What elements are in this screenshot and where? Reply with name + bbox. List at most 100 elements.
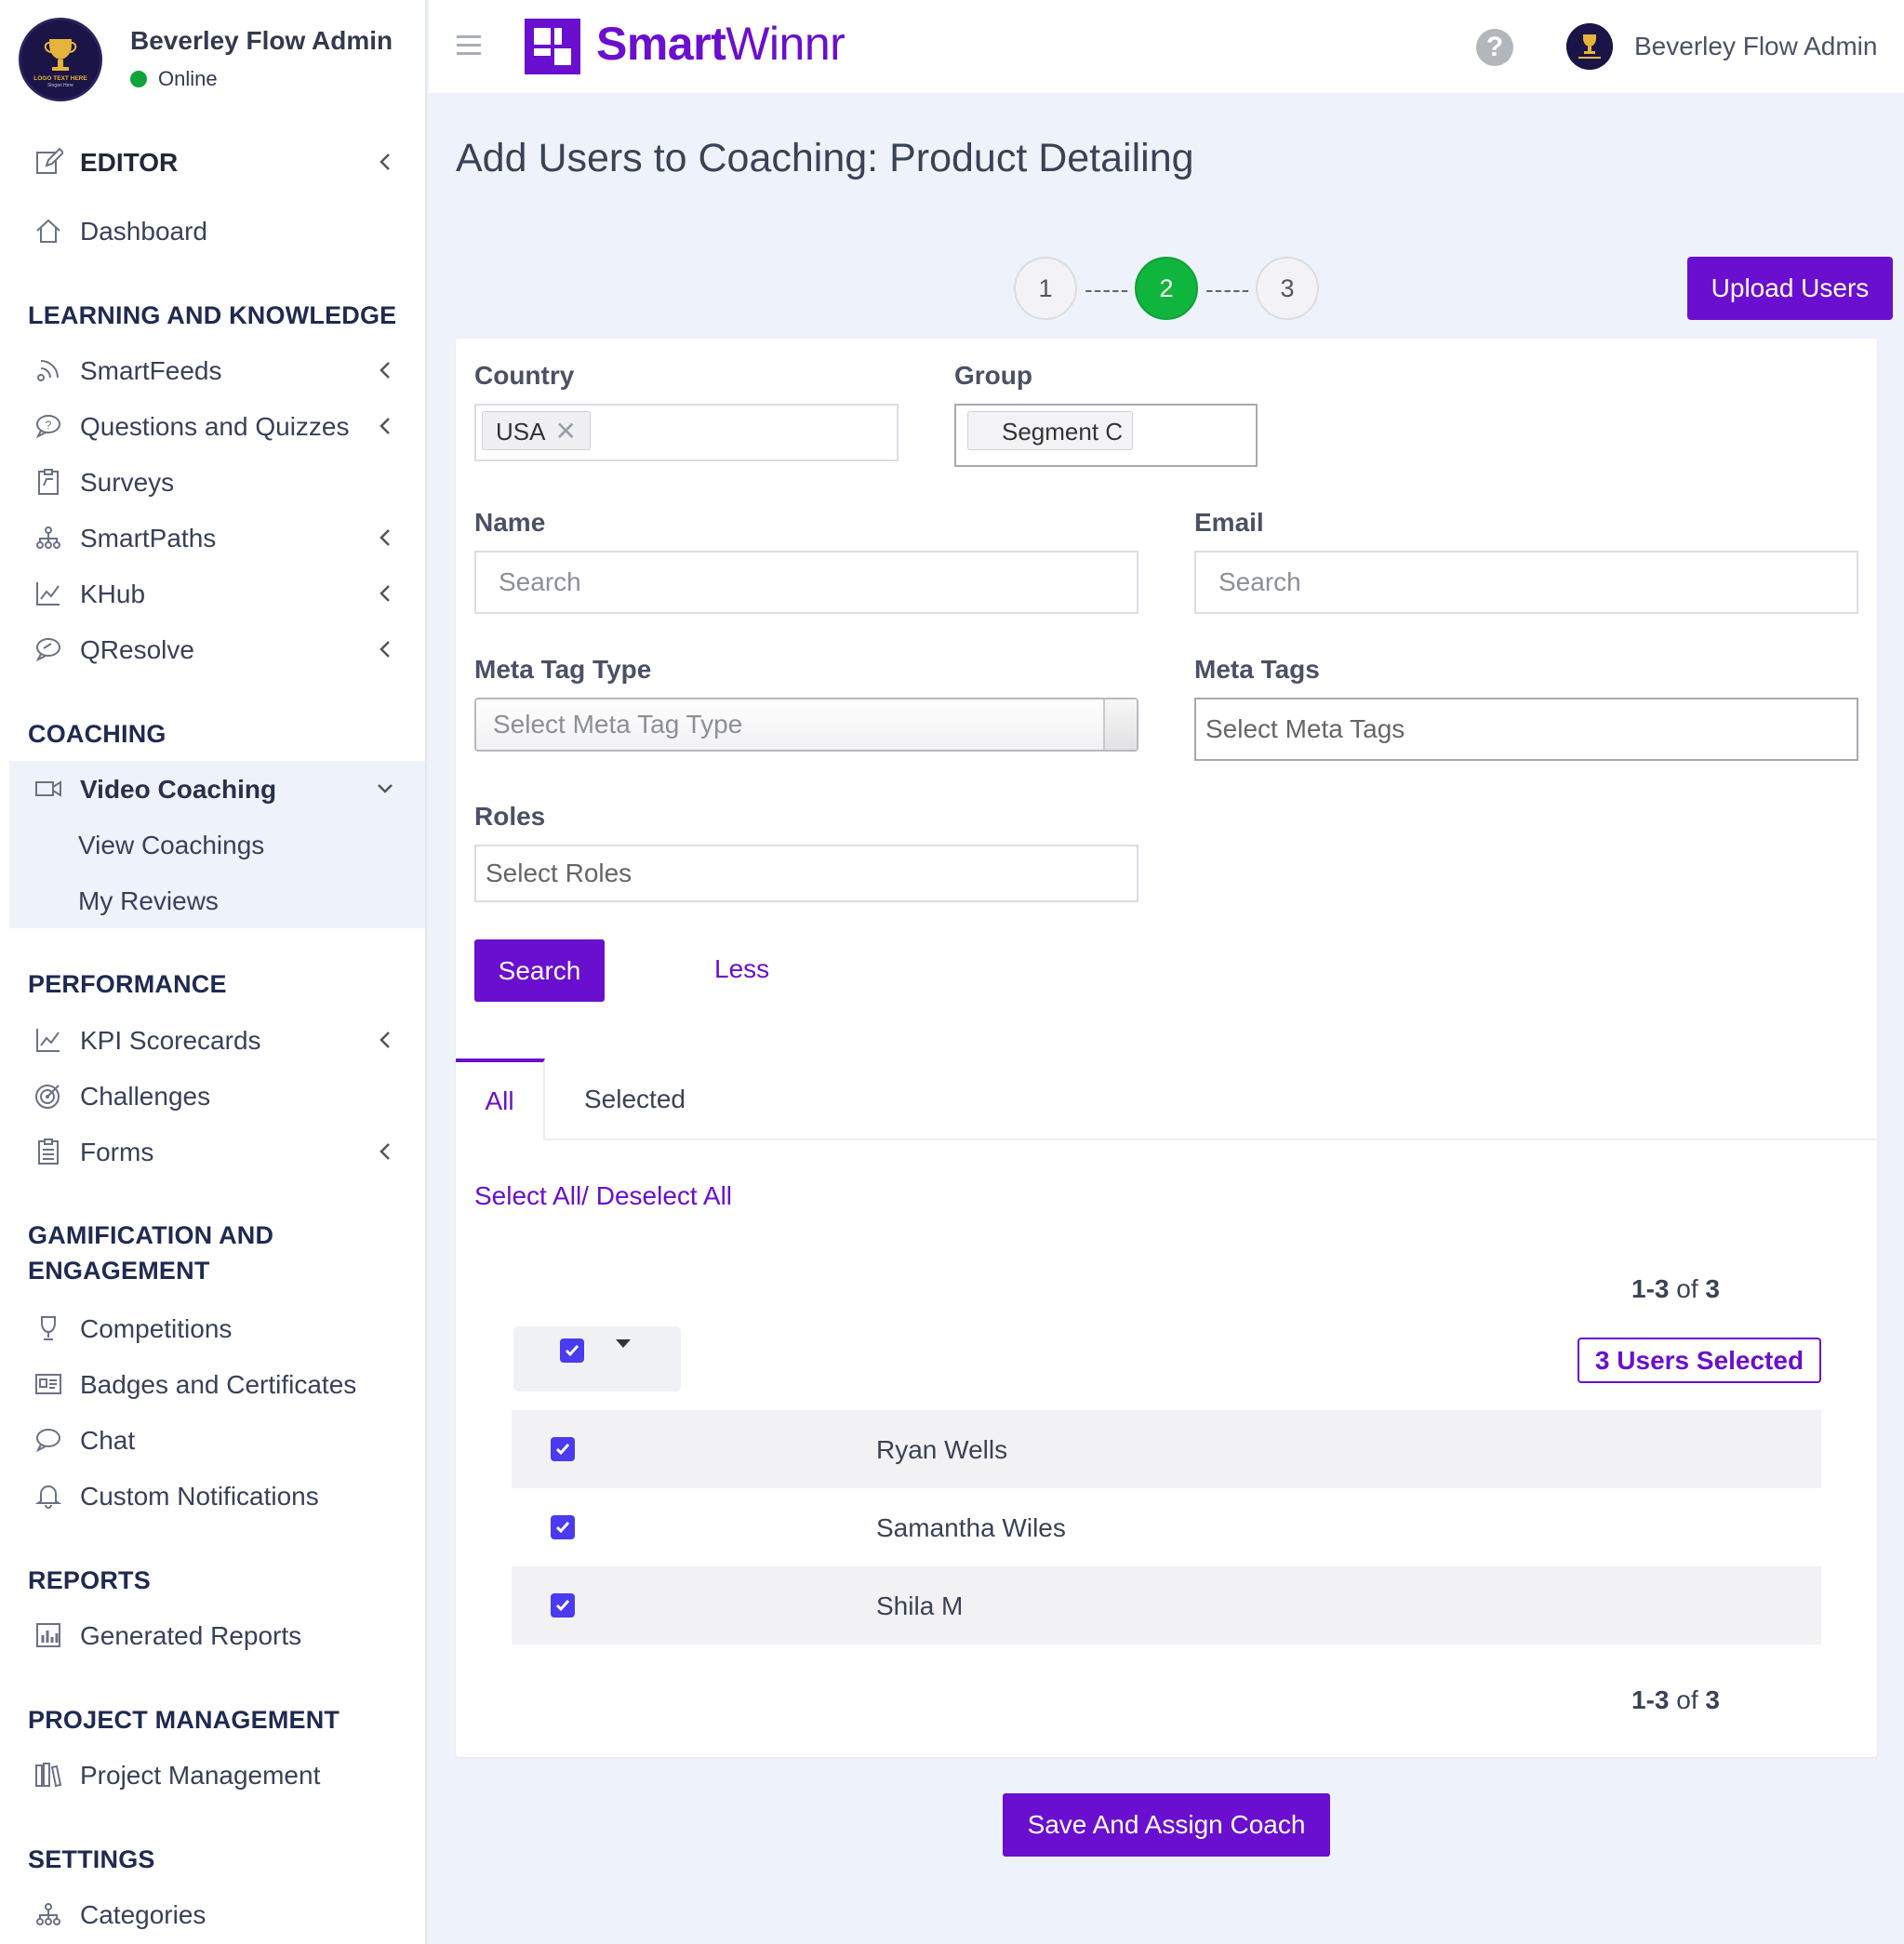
row-checkbox[interactable] — [551, 1593, 575, 1618]
sidebar-item-generated-reports[interactable]: Generated Reports — [9, 1607, 425, 1663]
sidebar-item-video-coaching[interactable]: Video Coaching — [9, 761, 425, 817]
profile-logo-text: LOGO TEXT HERE — [33, 75, 87, 82]
chevron-left-icon — [379, 1032, 390, 1048]
step-connector: ----- — [1205, 275, 1251, 303]
sidebar-item-challenges[interactable]: Challenges — [9, 1068, 425, 1124]
home-icon — [33, 216, 63, 246]
step-2[interactable]: 2 — [1135, 257, 1198, 320]
name-search-input[interactable]: Search — [474, 551, 1138, 614]
sidebar-item-label: Badges and Certificates — [80, 1370, 357, 1399]
tab-selected[interactable]: Selected — [584, 1059, 686, 1140]
bulk-select-checkbox[interactable] — [560, 1338, 584, 1363]
hierarchy-icon — [33, 1899, 63, 1929]
group-multiselect[interactable]: Segment C — [954, 404, 1258, 467]
sidebar: LOGO TEXT HERE Slogan Here Beverley Flow… — [0, 0, 427, 1944]
sidebar-item-custom-notifications[interactable]: Custom Notifications — [9, 1468, 425, 1524]
meta-tags-multiselect[interactable]: Select Meta Tags — [1194, 698, 1858, 761]
section-settings: SETTINGS — [28, 1845, 155, 1873]
bulk-select-dropdown[interactable] — [513, 1326, 681, 1391]
deselect-all-link[interactable]: Deselect All — [589, 1181, 732, 1210]
brand-name-bold: Smart — [596, 18, 726, 70]
profile-logo-slogan: Slogan Here — [47, 83, 73, 88]
select-all-link[interactable]: Select All/ — [474, 1181, 589, 1210]
sidebar-item-label: Chat — [80, 1426, 136, 1455]
country-label: Country — [474, 361, 575, 390]
less-filters-link[interactable]: Less — [714, 954, 769, 984]
row-checkbox[interactable] — [551, 1437, 575, 1461]
pager-total: 3 — [1705, 1685, 1720, 1714]
sidebar-item-label: QResolve — [80, 635, 194, 664]
section-reports: REPORTS — [28, 1566, 151, 1594]
sidebar-item-smartpaths[interactable]: SmartPaths — [9, 510, 425, 566]
trophy-icon — [33, 1313, 63, 1343]
clipboard-icon — [33, 467, 63, 497]
save-and-assign-coach-button[interactable]: Save And Assign Coach — [1003, 1793, 1330, 1857]
sidebar-item-forms[interactable]: Forms — [9, 1124, 425, 1179]
country-multiselect[interactable]: USA ✕ — [474, 404, 899, 461]
sidebar-item-surveys[interactable]: Surveys — [9, 454, 425, 510]
sidebar-item-label: Questions and Quizzes — [80, 412, 350, 441]
avatar[interactable] — [1566, 23, 1613, 70]
pager-bottom: 1-3 of 3 — [1631, 1685, 1720, 1715]
name-label: Name — [474, 508, 546, 537]
feed-icon — [33, 355, 63, 385]
hierarchy-icon — [33, 523, 63, 553]
menu-toggle-icon[interactable] — [457, 35, 481, 56]
sidebar-item-my-reviews[interactable]: My Reviews — [9, 872, 425, 928]
row-checkbox[interactable] — [551, 1515, 575, 1539]
sidebar-item-label: Video Coaching — [80, 775, 277, 804]
chevron-left-icon — [379, 418, 390, 434]
sidebar-item-competitions[interactable]: Competitions — [9, 1300, 425, 1356]
pager-of: of — [1669, 1274, 1706, 1303]
chart-line-icon — [33, 579, 63, 608]
sidebar-item-view-coachings[interactable]: View Coachings — [9, 817, 425, 872]
section-project-management: PROJECT MANAGEMENT — [28, 1706, 340, 1734]
sidebar-item-qresolve[interactable]: QResolve — [9, 621, 425, 677]
table-row[interactable]: Ryan Wells — [512, 1410, 1821, 1488]
chevron-left-icon — [379, 585, 390, 602]
sidebar-item-khub[interactable]: KHub — [9, 566, 425, 621]
chevron-left-icon — [379, 1143, 390, 1160]
brand-name: SmartWinnr — [596, 17, 845, 71]
sidebar-item-smartfeeds[interactable]: SmartFeeds — [9, 342, 425, 398]
table-row[interactable]: Shila M — [512, 1566, 1821, 1644]
chevron-left-icon — [379, 641, 390, 658]
sidebar-item-label: Challenges — [80, 1082, 211, 1111]
remove-tag-icon[interactable]: ✕ — [554, 417, 576, 446]
sidebar-item-label: Project Management — [80, 1761, 321, 1790]
step-1[interactable]: 1 — [1014, 257, 1077, 320]
meta-tag-type-label: Meta Tag Type — [474, 655, 652, 684]
table-row[interactable]: Samantha Wiles — [512, 1488, 1821, 1566]
upload-users-button[interactable]: Upload Users — [1687, 257, 1893, 320]
caret-down-icon[interactable] — [616, 1339, 631, 1348]
sidebar-item-editor[interactable]: EDITOR — [9, 134, 425, 190]
pager-range: 1-3 — [1631, 1685, 1670, 1714]
tab-all[interactable]: All — [456, 1059, 545, 1140]
sidebar-item-label: SmartPaths — [80, 524, 217, 553]
sidebar-item-label: Dashboard — [80, 217, 207, 246]
sidebar-item-label: Generated Reports — [80, 1621, 302, 1650]
sidebar-item-project-management[interactable]: Project Management — [9, 1747, 425, 1803]
svg-text:?: ? — [46, 419, 52, 432]
step-3[interactable]: 3 — [1256, 257, 1319, 320]
top-user-name[interactable]: Beverley Flow Admin — [1634, 32, 1877, 61]
group-label: Group — [954, 361, 1032, 390]
sidebar-item-badges[interactable]: Badges and Certificates — [9, 1356, 425, 1412]
sidebar-item-chat[interactable]: Chat — [9, 1412, 425, 1468]
select-arrow-icon[interactable] — [1103, 699, 1137, 750]
sidebar-item-kpi-scorecards[interactable]: KPI Scorecards — [9, 1012, 425, 1068]
sidebar-item-questions[interactable]: ? Questions and Quizzes — [9, 398, 425, 454]
step-connector: ----- — [1085, 275, 1130, 303]
page-title: Add Users to Coaching: Product Detailing — [456, 136, 1194, 180]
chat-icon — [33, 1425, 63, 1455]
help-icon[interactable]: ? — [1476, 29, 1513, 66]
email-search-input[interactable]: Search — [1194, 551, 1858, 614]
sidebar-item-categories[interactable]: Categories — [9, 1886, 425, 1942]
roles-multiselect[interactable]: Select Roles — [474, 845, 1138, 902]
meta-tag-type-select[interactable]: Select Meta Tag Type — [474, 698, 1138, 752]
section-learning: LEARNING AND KNOWLEDGE — [28, 301, 397, 329]
target-icon — [33, 1081, 63, 1111]
search-button[interactable]: Search — [474, 939, 605, 1002]
sidebar-item-label: My Reviews — [78, 886, 219, 915]
sidebar-item-dashboard[interactable]: Dashboard — [9, 203, 425, 259]
